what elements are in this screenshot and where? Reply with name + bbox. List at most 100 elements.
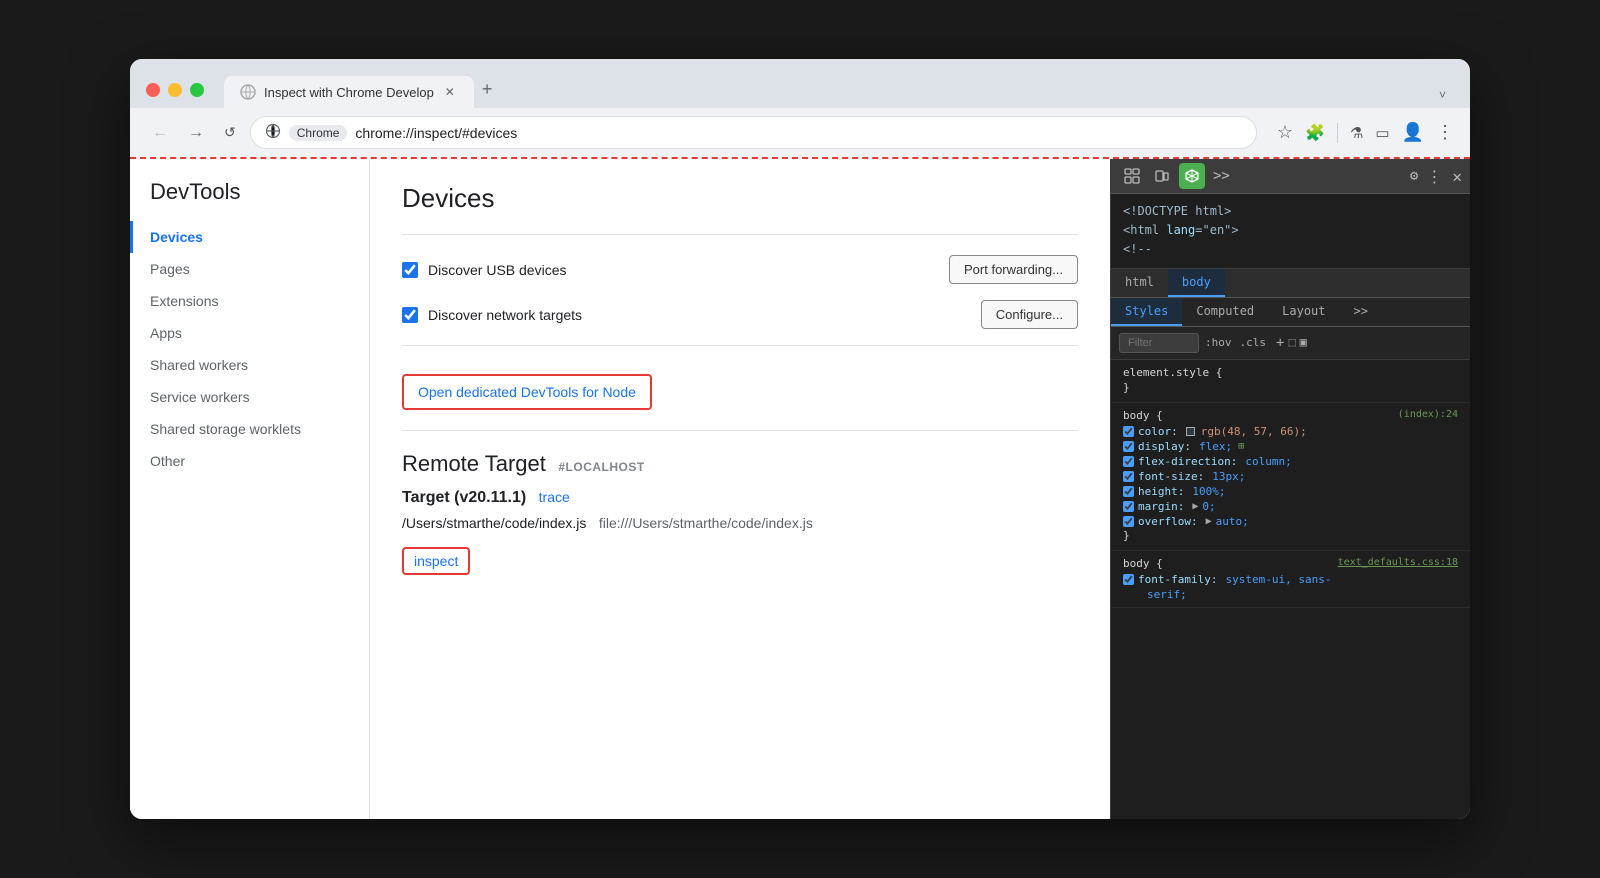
tab-styles[interactable]: Styles <box>1111 298 1182 326</box>
body-style-block-1: body { (index):24 color: rgb(48, 57, 66)… <box>1111 403 1470 551</box>
tab-computed[interactable]: Computed <box>1182 298 1268 326</box>
html-line-2: <html lang="en"> <box>1123 221 1458 240</box>
devtools-more-panels-button[interactable]: >> <box>1213 168 1230 184</box>
style-prop-color-checkbox[interactable] <box>1123 426 1134 437</box>
reload-button[interactable]: ↺ <box>218 120 242 145</box>
sidebar-item-devices[interactable]: Devices <box>130 221 369 253</box>
pseudo-filter-button[interactable]: :hov <box>1205 336 1232 349</box>
tab-layout[interactable]: Layout <box>1268 298 1339 326</box>
sidebar-item-other[interactable]: Other <box>130 445 369 477</box>
style-key-font-family: font-family: <box>1138 573 1217 586</box>
sidebar-item-extensions[interactable]: Extensions <box>130 285 369 317</box>
body-style-source-2[interactable]: text_defaults.css:18 <box>1338 557 1458 572</box>
element-picker-button[interactable] <box>1119 163 1145 189</box>
overflow-expand-arrow[interactable]: ▶ <box>1206 516 1212 527</box>
tab-expand-button[interactable]: ˅ <box>1431 82 1454 108</box>
close-window-button[interactable] <box>146 83 160 97</box>
add-style-rule-button[interactable]: + <box>1276 335 1284 351</box>
target-name: Target (v20.11.1) <box>402 489 526 506</box>
inspect-link[interactable]: inspect <box>402 547 470 575</box>
sidebar: DevTools Devices Pages Extensions Apps S… <box>130 159 370 819</box>
style-prop-display: display: flex; ⊞ <box>1123 439 1458 454</box>
address-bar: ← → ↺ Chrome chrome://inspect/#devices ☆… <box>130 108 1470 157</box>
device-toolbar-button[interactable] <box>1149 163 1175 189</box>
sidebar-item-shared-workers[interactable]: Shared workers <box>130 349 369 381</box>
sidebar-item-pages[interactable]: Pages <box>130 253 369 285</box>
styles-filter-input[interactable] <box>1119 333 1199 353</box>
open-devtools-for-node-link[interactable]: Open dedicated DevTools for Node <box>402 374 652 410</box>
style-prop-overflow-checkbox[interactable] <box>1123 516 1134 527</box>
style-prop-flex-direction: flex-direction: column; <box>1123 454 1458 469</box>
cls-filter-button[interactable]: .cls <box>1240 336 1267 349</box>
toggle-light-dark-button[interactable]: ▣ <box>1300 335 1307 351</box>
style-prop-font-family-checkbox[interactable] <box>1123 574 1134 585</box>
sidebar-item-shared-storage-worklets[interactable]: Shared storage worklets <box>130 413 369 445</box>
element-style-selector: element.style { <box>1123 366 1458 379</box>
discover-network-checkbox[interactable] <box>402 307 418 323</box>
sidebar-item-apps[interactable]: Apps <box>130 317 369 349</box>
profile-button[interactable]: 👤 <box>1402 122 1424 143</box>
new-tab-button[interactable]: + <box>474 71 501 108</box>
target-file: file:///Users/stmarthe/code/index.js <box>599 515 813 531</box>
style-value-overflow: auto; <box>1216 515 1249 528</box>
style-key-height: height: <box>1138 485 1184 498</box>
color-swatch[interactable] <box>1186 427 1195 436</box>
style-prop-display-checkbox[interactable] <box>1123 441 1134 452</box>
bookmark-button[interactable]: ☆ <box>1277 122 1293 143</box>
url-text: chrome://inspect/#devices <box>355 125 517 141</box>
style-key-flex-dir: flex-direction: <box>1138 455 1237 468</box>
copy-styles-button[interactable]: ⬚ <box>1288 335 1295 351</box>
minimize-window-button[interactable] <box>168 83 182 97</box>
maximize-window-button[interactable] <box>190 83 204 97</box>
sidebar-title: DevTools <box>130 179 369 221</box>
forward-button[interactable]: → <box>182 120 210 146</box>
tab-body[interactable]: body <box>1168 269 1225 297</box>
3d-view-button[interactable] <box>1179 163 1205 189</box>
chrome-menu-button[interactable]: ⋮ <box>1436 122 1454 143</box>
back-button[interactable]: ← <box>146 120 174 146</box>
discover-usb-row: Discover USB devices Port forwarding... <box>402 255 1078 284</box>
remote-target-section: Remote Target #LOCALHOST Target (v20.11.… <box>402 451 1078 575</box>
body-style-header-2: body { text_defaults.css:18 <box>1123 557 1458 572</box>
style-prop-font-size-checkbox[interactable] <box>1123 471 1134 482</box>
target-trace-link[interactable]: trace <box>539 489 570 505</box>
port-forwarding-button[interactable]: Port forwarding... <box>949 255 1078 284</box>
tab-close-button[interactable]: ✕ <box>442 84 458 100</box>
margin-expand-arrow[interactable]: ▶ <box>1192 501 1198 512</box>
tab-label: Inspect with Chrome Develop <box>264 85 434 100</box>
target-path: /Users/stmarthe/code/index.js <box>402 515 586 531</box>
devtools-settings-button[interactable]: ⚙ <box>1410 168 1418 184</box>
tab-html[interactable]: html <box>1111 269 1168 297</box>
tabs-row: Inspect with Chrome Develop ✕ + ˅ <box>224 71 1454 108</box>
divider-remote <box>402 430 1078 431</box>
devtools-close-button[interactable]: ✕ <box>1452 167 1462 186</box>
sidebar-item-service-workers[interactable]: Service workers <box>130 381 369 413</box>
html-line-3: <!-- <box>1123 240 1458 259</box>
style-key-font-size: font-size: <box>1138 470 1204 483</box>
browser-window: Inspect with Chrome Develop ✕ + ˅ ← → ↺ … <box>130 59 1470 819</box>
devtools-more-options-button[interactable]: ⋮ <box>1426 167 1442 186</box>
devtools-styles-panel: element.style { } body { (index):24 colo… <box>1111 360 1470 819</box>
tab-more-style[interactable]: >> <box>1340 298 1382 326</box>
style-value-flex-dir: column; <box>1245 455 1291 468</box>
style-prop-margin-checkbox[interactable] <box>1123 501 1134 512</box>
lab-button[interactable]: ⚗ <box>1350 124 1363 142</box>
style-key-overflow: overflow: <box>1138 515 1198 528</box>
style-prop-height-checkbox[interactable] <box>1123 486 1134 497</box>
extensions-button[interactable]: 🧩 <box>1305 123 1325 143</box>
body-style-source-1: (index):24 <box>1398 409 1458 424</box>
discover-usb-checkbox[interactable] <box>402 262 418 278</box>
style-prop-overflow: overflow: ▶ auto; <box>1123 514 1458 529</box>
page-title: Devices <box>402 183 1078 214</box>
style-key-display: display: <box>1138 440 1191 453</box>
flex-icon: ⊞ <box>1238 441 1244 452</box>
style-value-color: rgb(48, 57, 66); <box>1201 425 1307 438</box>
url-bar[interactable]: Chrome chrome://inspect/#devices <box>250 116 1257 149</box>
browser-tab[interactable]: Inspect with Chrome Develop ✕ <box>224 76 474 108</box>
style-prop-font-size: font-size: 13px; <box>1123 469 1458 484</box>
configure-button[interactable]: Configure... <box>981 300 1078 329</box>
style-value-display: flex; <box>1199 440 1232 453</box>
element-style-close: } <box>1123 381 1458 394</box>
style-prop-flex-dir-checkbox[interactable] <box>1123 456 1134 467</box>
split-button[interactable]: ▭ <box>1375 124 1389 142</box>
